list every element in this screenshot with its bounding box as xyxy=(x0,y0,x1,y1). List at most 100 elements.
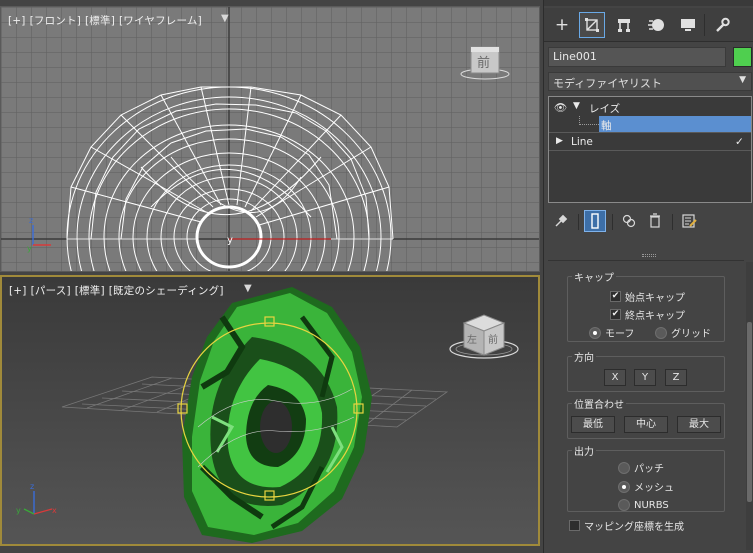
cap-morph-label: モーフ xyxy=(605,329,635,340)
hierarchy-icon[interactable] xyxy=(611,12,637,38)
object-color-swatch[interactable] xyxy=(733,47,752,67)
svg-text:z: z xyxy=(29,216,33,225)
svg-text:前: 前 xyxy=(488,333,498,346)
motion-icon[interactable] xyxy=(643,12,669,38)
radio-selected-icon xyxy=(618,480,630,493)
output-group-title: 出力 xyxy=(572,443,596,458)
eye-icon[interactable]: 👁 xyxy=(554,101,567,114)
output-mesh-radio[interactable]: メッシュ xyxy=(618,479,674,494)
checkbox-unchecked-icon xyxy=(569,520,580,531)
panel-top-strip xyxy=(544,0,753,6)
panel-resize-grip[interactable] xyxy=(642,254,656,257)
radio-unselected-icon xyxy=(655,326,667,339)
direction-group-title: 方向 xyxy=(572,349,596,364)
tab-separator xyxy=(704,14,705,36)
create-icon[interactable]: + xyxy=(549,12,575,38)
utilities-icon[interactable] xyxy=(709,12,735,38)
radio-unselected-icon xyxy=(618,461,630,474)
expand-triangle-icon[interactable]: ▼ xyxy=(573,101,580,111)
radio-unselected-icon xyxy=(618,499,630,511)
filter-icon[interactable]: ▼ xyxy=(244,283,252,294)
collapse-triangle-icon[interactable]: ▶ xyxy=(556,136,563,146)
filter-icon[interactable]: ▼ xyxy=(221,13,229,24)
cap-end-label: 終点キャップ xyxy=(625,311,685,322)
align-max-button[interactable]: 最大 xyxy=(677,416,721,433)
output-nurbs-label: NURBS xyxy=(634,499,669,511)
modifier-list-dropdown[interactable]: モディファイヤリスト ▼ xyxy=(548,72,752,91)
edit-check-icon: ✓ xyxy=(735,136,744,148)
output-patch-radio[interactable]: パッチ xyxy=(618,460,664,475)
viewport-point-of-view[interactable]: [フロント] xyxy=(30,15,81,27)
cap-morph-radio[interactable]: モーフ xyxy=(589,325,634,340)
cap-grid-label: グリッド xyxy=(671,329,711,340)
generate-mapping-label: マッピング座標を生成 xyxy=(584,522,684,533)
selection-highlight xyxy=(599,116,751,133)
svg-text:y: y xyxy=(16,506,21,515)
front-wireframe: y z y 前 xyxy=(1,7,539,271)
cap-grid-radio[interactable]: グリッド xyxy=(655,325,711,340)
chevron-down-icon: ▼ xyxy=(739,75,746,85)
toolbar-separator xyxy=(578,214,579,230)
radio-selected-icon xyxy=(589,326,601,339)
viewport-standard[interactable]: [標準] xyxy=(75,285,105,297)
checkbox-checked-icon: ✔ xyxy=(610,309,621,320)
viewport-shading[interactable]: [既定のシェーディング] xyxy=(109,285,224,297)
viewport-plus-menu[interactable]: [+] xyxy=(9,285,27,297)
configure-sets-icon[interactable] xyxy=(678,210,700,232)
svg-text:z: z xyxy=(30,482,34,491)
viewport-shading[interactable]: [ワイヤフレーム] xyxy=(119,15,202,27)
front-viewport-label[interactable]: [+] [フロント] [標準] [ワイヤフレーム] xyxy=(8,13,206,28)
align-min-button[interactable]: 最低 xyxy=(571,416,615,433)
stack-toolbar xyxy=(544,208,753,236)
perspective-scene: z y x 左 前 xyxy=(2,277,538,544)
stack-item-lathe[interactable]: 👁 ▼ レイズ xyxy=(549,99,751,116)
tree-connector xyxy=(579,116,599,125)
panel-scrollbar[interactable] xyxy=(746,262,753,550)
direction-z-button[interactable]: Z xyxy=(665,369,687,386)
svg-text:x: x xyxy=(52,506,57,515)
bottom-strip xyxy=(0,546,543,553)
generate-mapping-checkbox[interactable]: マッピング座標を生成 xyxy=(569,518,684,533)
align-group-title: 位置合わせ xyxy=(572,396,626,411)
output-mesh-label: メッシュ xyxy=(634,483,674,494)
svg-text:y: y xyxy=(27,244,32,253)
cap-group-title: キャップ xyxy=(572,269,616,284)
toolbar-separator xyxy=(672,214,673,230)
viewport-point-of-view[interactable]: [パース] xyxy=(31,285,71,297)
checkbox-checked-icon: ✔ xyxy=(610,291,621,302)
stack-divider xyxy=(549,132,751,133)
svg-text:前: 前 xyxy=(477,55,490,71)
cap-start-label: 始点キャップ xyxy=(625,293,685,304)
toolbar-separator xyxy=(612,214,613,230)
cap-start-checkbox[interactable]: ✔ 始点キャップ xyxy=(610,289,685,304)
front-viewport[interactable]: y z y 前 [+] [フロント] [標準] [ワイヤフレーム] ▼ xyxy=(0,6,540,272)
modifier-stack[interactable]: 👁 ▼ レイズ 軸 ▶ Line ✓ xyxy=(548,96,752,203)
command-panel-tabs: + xyxy=(544,8,753,42)
object-name-field[interactable]: Line001 xyxy=(548,47,726,67)
display-icon[interactable] xyxy=(675,12,701,38)
modify-icon[interactable] xyxy=(579,12,605,38)
viewport-standard[interactable]: [標準] xyxy=(85,15,115,27)
stack-item-label: レイズ xyxy=(589,103,621,115)
pin-stack-icon[interactable] xyxy=(550,210,572,232)
command-panel: + Line001 モディファイヤリスト ▼ 👁 ▼ レイズ 軸 ▶ Line … xyxy=(543,0,753,553)
scrollbar-thumb[interactable] xyxy=(747,322,752,502)
modifier-list-label: モディファイヤリスト xyxy=(553,77,662,90)
direction-y-button[interactable]: Y xyxy=(634,369,656,386)
stack-divider xyxy=(549,150,751,151)
show-end-result-icon[interactable] xyxy=(584,210,606,232)
output-nurbs-radio[interactable]: NURBS xyxy=(618,499,669,511)
panel-divider xyxy=(548,260,744,261)
stack-item-label: Line xyxy=(571,136,593,148)
make-unique-icon[interactable] xyxy=(618,210,640,232)
perspective-viewport[interactable]: z y x 左 前 [+] [パース] [標準] [既定のシェーディング] ▼ xyxy=(0,275,540,546)
perspective-viewport-label[interactable]: [+] [パース] [標準] [既定のシェーディング] xyxy=(9,283,228,298)
output-patch-label: パッチ xyxy=(634,464,664,475)
stack-item-line[interactable]: ▶ Line ✓ xyxy=(549,134,751,151)
viewport-plus-menu[interactable]: [+] xyxy=(8,15,26,27)
stack-item-axis[interactable]: 軸 xyxy=(549,116,751,133)
align-center-button[interactable]: 中心 xyxy=(624,416,668,433)
cap-end-checkbox[interactable]: ✔ 終点キャップ xyxy=(610,307,685,322)
direction-x-button[interactable]: X xyxy=(604,369,626,386)
remove-modifier-icon[interactable] xyxy=(644,210,666,232)
